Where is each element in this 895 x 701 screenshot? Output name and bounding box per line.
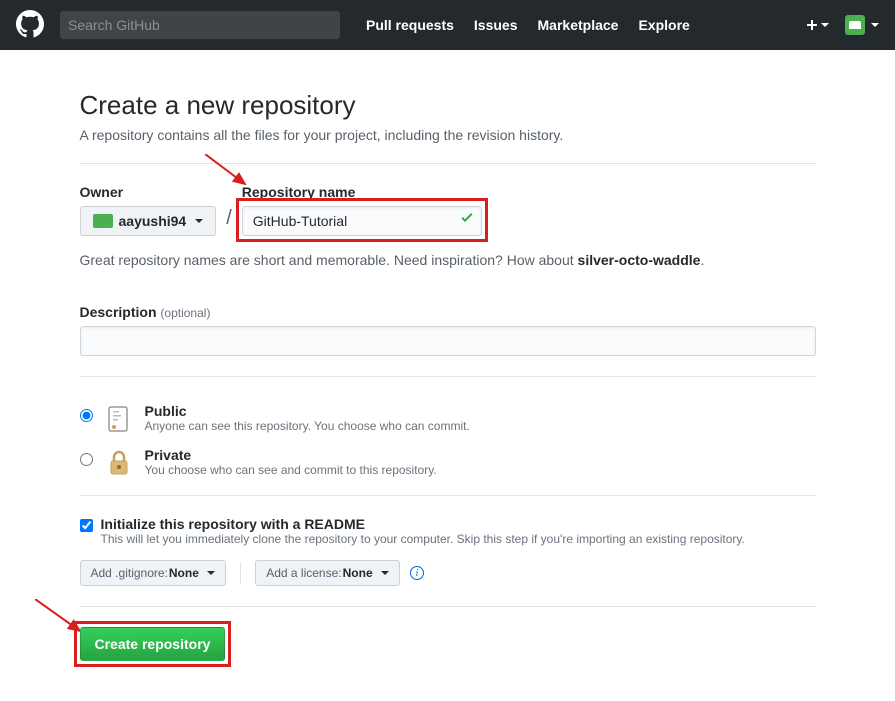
initialize-readme-checkbox[interactable]	[80, 519, 93, 532]
owner-dropdown[interactable]: aayushi94	[80, 206, 217, 236]
private-desc: You choose who can see and commit to thi…	[145, 463, 816, 477]
create-repository-button[interactable]: Create repository	[80, 627, 226, 661]
page-subtitle: A repository contains all the files for …	[80, 127, 816, 143]
search-input[interactable]	[60, 11, 340, 39]
lock-icon	[103, 447, 135, 479]
user-avatar-dropdown[interactable]	[845, 15, 879, 35]
create-new-dropdown[interactable]	[806, 19, 829, 31]
repo-name-hint: Great repository names are short and mem…	[80, 252, 816, 268]
repo-name-label: Repository name	[242, 184, 482, 200]
nav-marketplace[interactable]: Marketplace	[528, 17, 629, 33]
divider	[80, 163, 816, 164]
gitignore-dropdown[interactable]: Add .gitignore: None	[80, 560, 227, 586]
caret-down-icon	[195, 219, 203, 223]
public-title: Public	[145, 403, 816, 419]
owner-name: aayushi94	[119, 213, 187, 229]
description-input[interactable]	[80, 326, 816, 356]
public-desc: Anyone can see this repository. You choo…	[145, 419, 816, 433]
repo-public-icon	[103, 403, 135, 435]
page-title: Create a new repository	[80, 90, 816, 121]
nav-explore[interactable]: Explore	[628, 17, 699, 33]
nav-pull-requests[interactable]: Pull requests	[356, 17, 464, 33]
suggested-name[interactable]: silver-octo-waddle	[578, 252, 701, 268]
github-logo-icon[interactable]	[16, 10, 44, 41]
private-title: Private	[145, 447, 816, 463]
owner-label: Owner	[80, 184, 217, 200]
caret-down-icon	[381, 571, 389, 575]
divider	[80, 376, 816, 377]
check-icon	[460, 212, 474, 231]
license-dropdown[interactable]: Add a license: None	[255, 560, 400, 586]
nav-issues[interactable]: Issues	[464, 17, 528, 33]
divider	[240, 562, 241, 584]
divider	[80, 495, 816, 496]
owner-avatar-icon	[93, 214, 113, 228]
slash-separator: /	[226, 207, 232, 236]
info-icon[interactable]: i	[410, 566, 424, 580]
readme-desc: This will let you immediately clone the …	[101, 532, 745, 546]
avatar-icon	[845, 15, 865, 35]
visibility-public-radio[interactable]	[80, 409, 93, 422]
caret-down-icon	[207, 571, 215, 575]
visibility-private-radio[interactable]	[80, 453, 93, 466]
description-label: Description (optional)	[80, 304, 211, 320]
repo-name-input[interactable]	[242, 206, 482, 236]
readme-title: Initialize this repository with a README	[101, 516, 745, 532]
main-header: Pull requests Issues Marketplace Explore	[0, 0, 895, 50]
